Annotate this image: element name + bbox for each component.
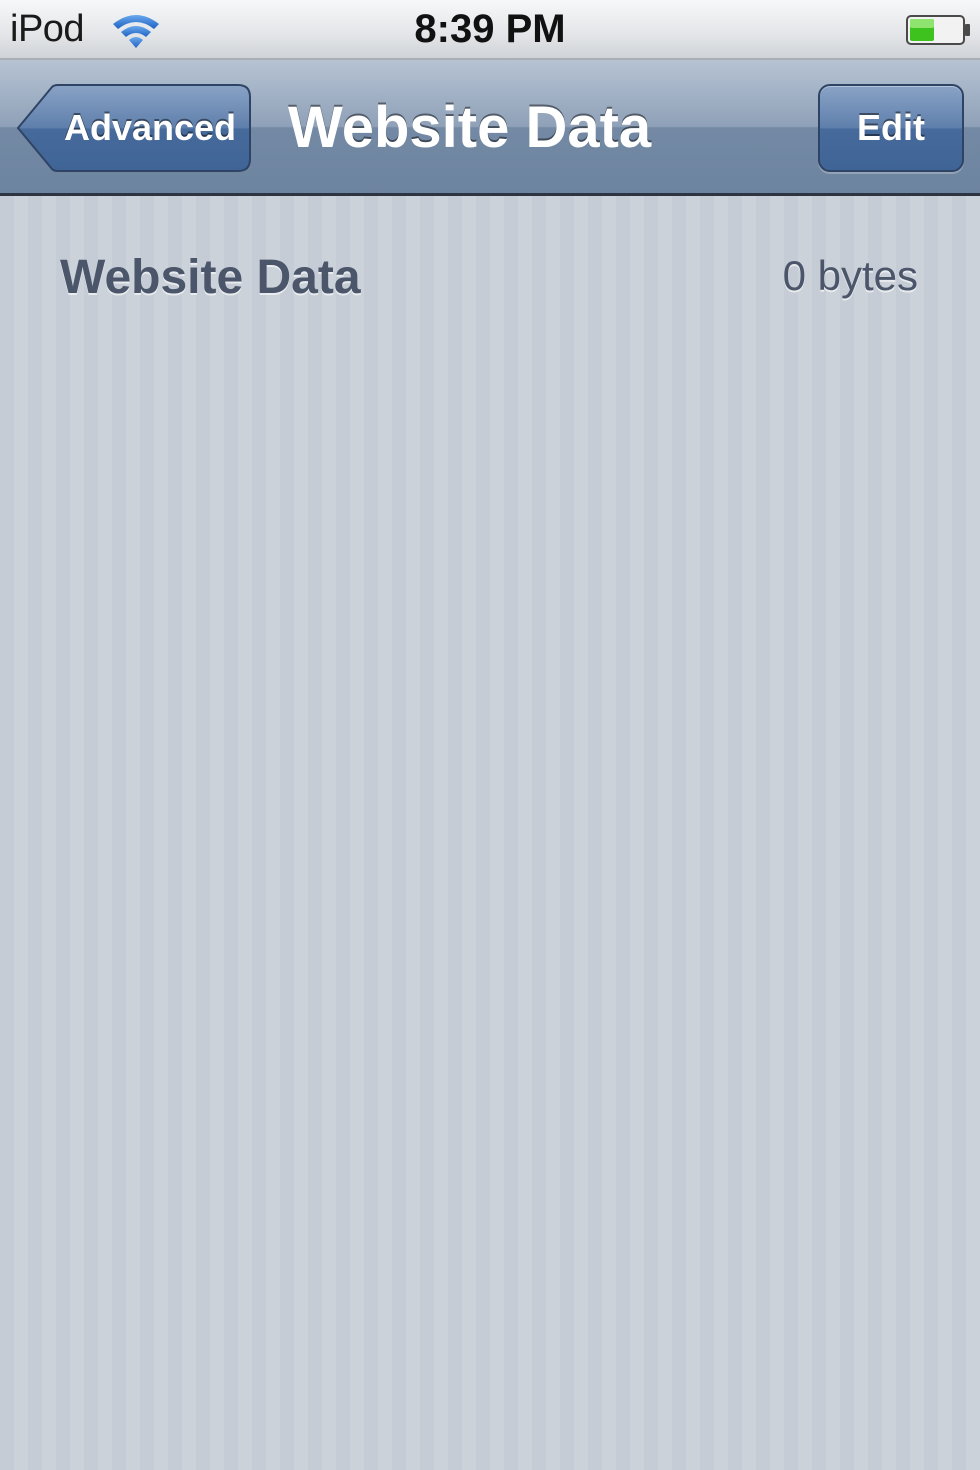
navigation-bar: Advanced Website Data Edit (0, 60, 980, 196)
battery-icon (906, 14, 972, 46)
back-button[interactable]: Advanced (16, 84, 252, 172)
edit-button[interactable]: Edit (818, 84, 964, 172)
status-time: 8:39 PM (414, 7, 566, 51)
status-bar: iPod 8:39 PM (0, 0, 980, 60)
website-data-size: 0 bytes (782, 252, 918, 299)
content-area: Website Data 0 bytes (0, 196, 980, 1470)
back-button-label: Advanced (63, 107, 237, 148)
page-title: Website Data (288, 95, 652, 160)
website-data-label: Website Data (60, 251, 361, 304)
list-item: Website Data 0 bytes (0, 236, 980, 320)
